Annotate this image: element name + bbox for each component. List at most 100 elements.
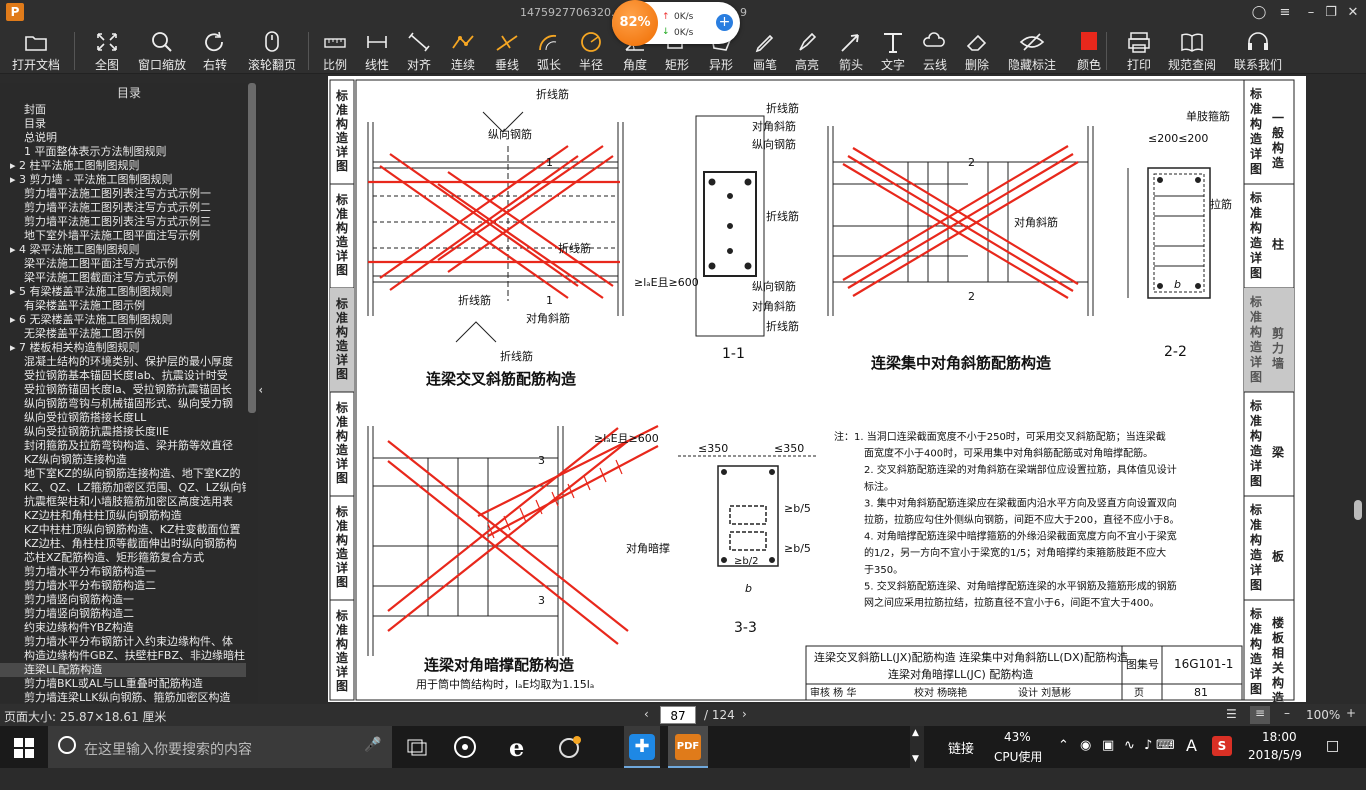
zoomwin-tool-button[interactable]: 窗口缩放 [132,28,192,72]
toc-item[interactable]: ▸ 7 楼板相关构造制图规则 [0,341,246,355]
restore-button[interactable]: ❐ [1322,4,1340,22]
right-tab-name-char[interactable]: 构 [1272,675,1284,690]
scale-tool-button[interactable]: 比例 [314,28,356,72]
toc-item[interactable]: 剪力墙竖向钢筋构造一 [0,593,246,607]
toc-item[interactable]: 受拉钢筋基本锚固长度lab、抗震设计时受 [0,369,246,383]
toc-item[interactable]: 连梁LL配筋构造 [0,663,246,677]
volume-icon[interactable]: ♪ [1144,738,1152,780]
toc-item[interactable]: 剪力墙水平分布钢筋构造二 [0,579,246,593]
toc-item[interactable]: 封闭箍筋及拉筋弯钩构造、梁并筋等效直径 [0,439,246,453]
toc-item[interactable]: ▸ 2 柱平法施工图制图规则 [0,159,246,173]
scroll-tool-button[interactable]: 滚轮翻页 [242,28,302,72]
next-page-button[interactable]: › [742,707,747,721]
task-view-icon[interactable] [404,734,430,760]
link-label[interactable]: 链接 [948,738,974,780]
right-tab-name-char[interactable]: 般 [1272,125,1284,140]
perp-tool-button[interactable]: 垂线 [486,28,528,72]
highlight-tool-button[interactable]: 高亮 [786,28,828,72]
toc-item[interactable]: ▸ 4 梁平法施工图制图规则 [0,243,246,257]
sogou-ime-icon[interactable]: S [1212,736,1232,756]
delete-tool-button[interactable]: 删除 [956,28,998,72]
toc-item[interactable]: ▸ 6 无梁楼盖平法施工图制图规则 [0,313,246,327]
ie-browser-icon[interactable]: e [506,733,532,762]
toc-item[interactable]: 构造边缘构件GBZ、扶壁柱FBZ、非边缘暗柱 [0,649,246,663]
text-tool-button[interactable]: 文字 [872,28,914,72]
tray-scroll[interactable]: ▲ ▼ [910,726,924,768]
toc-item[interactable]: 纵向受拉钢筋搭接长度LL [0,411,246,425]
toc-item[interactable]: 剪力墙平法施工图列表注写方式示例二 [0,201,246,215]
right-tab-name-char[interactable]: 相 [1272,645,1284,660]
toc-item[interactable]: 剪力墙水平分布钢筋构造一 [0,565,246,579]
toc-item[interactable]: KZ纵向钢筋连接构造 [0,453,246,467]
radius-tool-button[interactable]: 半径 [570,28,612,72]
document-scrollbar[interactable] [1354,500,1362,520]
toc-item[interactable]: 剪力墙平法施工图列表注写方式示例一 [0,187,246,201]
toc-item[interactable]: KZ边柱和角柱柱顶纵向钢筋构造 [0,509,246,523]
fan-app-icon[interactable] [452,734,478,760]
qq-browser-icon[interactable] [556,734,582,760]
right-tab-name-char[interactable]: 一 [1272,111,1284,125]
toc-item[interactable]: 无梁楼盖平法施工图示例 [0,327,246,341]
toc-item[interactable]: 纵向受拉钢筋抗震搭接长度llE [0,425,246,439]
toc-item[interactable]: 剪力墙竖向钢筋构造二 [0,607,246,621]
right-tab-name-char[interactable]: 造 [1272,155,1285,170]
toc-item[interactable]: 抗震框架柱和小墙肢箍筋加密区高度选用表 [0,495,246,509]
right-tab-name-char[interactable]: 板 [1272,630,1285,645]
standard-tool-button[interactable]: 规范查阅 [1162,28,1222,72]
taskbar-search-box[interactable]: 在这里输入你要搜索的内容 🎤 [48,726,392,768]
toc-item[interactable]: 梁平法施工图平面注写方式示例 [0,257,246,271]
toc-item[interactable]: KZ中柱柱顶纵向钢筋构造、KZ柱变截面位置 [0,523,246,537]
taskbar-pdf-app[interactable]: PDF [668,726,708,768]
ime-indicator[interactable]: A [1186,736,1197,778]
toc-item[interactable]: 总说明 [0,131,246,145]
notification-icon[interactable]: □ [1326,738,1339,780]
document-viewer[interactable]: 标准构造详图标准构造详图标准构造详图标准构造详图标准构造详图标准构造详图 标准构… [262,74,1366,705]
toc-item[interactable]: 剪力墙水平分布钢筋计入约束边缘构件、体 [0,635,246,649]
right-tab-name-char[interactable]: 造 [1272,690,1285,705]
right-tab-name-char[interactable]: 关 [1272,660,1284,675]
toc-item[interactable]: 剪力墙平法施工图列表注写方式示例三 [0,215,246,229]
tray-chevron-icon[interactable]: ⌃ [1058,738,1069,780]
windows-start-icon[interactable] [14,738,34,758]
toc-item[interactable]: 剪力墙BKL或AL与LL重叠时配筋构造 [0,677,246,691]
taskbar-app-active[interactable]: ✚ [624,726,660,768]
right-tab-name-char[interactable]: 梁 [1271,445,1284,460]
color-tool-button[interactable]: 颜色 [1068,28,1110,72]
user-icon[interactable]: ◯ [1250,4,1268,22]
right-tab-name-char[interactable]: 力 [1272,341,1284,356]
toc-item[interactable]: ▸ 5 有梁楼盖平法施工图制图规则 [0,285,246,299]
fullview-tool-button[interactable]: 全图 [86,28,128,72]
toc-item[interactable]: 封面 [0,103,246,117]
toc-item[interactable]: 纵向钢筋弯钩与机械锚固形式、纵向受力钢 [0,397,246,411]
toc-item[interactable]: 地下室外墙平法施工图平面注写示例 [0,229,246,243]
right-tab-name-char[interactable]: 板 [1272,549,1285,564]
contact-tool-button[interactable]: 联系我们 [1228,28,1288,72]
keyboard-icon[interactable]: ⌨ [1156,738,1175,780]
toc-item[interactable]: 有梁楼盖平法施工图示例 [0,299,246,313]
cloud-tool-button[interactable]: 云线 [914,28,956,72]
continuous-tool-button[interactable]: 连续 [442,28,484,72]
toc-item[interactable]: 受拉钢筋锚固长度la、受拉钢筋抗震锚固长 [0,383,246,397]
wifi-icon[interactable]: ∿ [1124,738,1135,780]
microphone-icon[interactable]: 🎤 [364,737,381,753]
continuous-view-icon[interactable]: ≡ [1250,706,1270,724]
toc-scrollbar[interactable] [248,83,256,413]
toc-item[interactable]: 剪力墙连梁LLK纵向钢筋、箍筋加密区构造 [0,691,246,705]
rotate-tool-button[interactable]: 右转 [194,28,236,72]
right-tab-name-char[interactable]: 楼 [1272,615,1284,630]
toc-item[interactable]: KZ边柱、角柱柱顶等截面伸出时纵向钢筋构 [0,537,246,551]
toc-item[interactable]: 约束边缘构件YBZ构造 [0,621,246,635]
arc-tool-button[interactable]: 弧长 [528,28,570,72]
menu-icon[interactable]: ≡ [1276,4,1294,22]
close-button[interactable]: ✕ [1344,4,1362,22]
toc-item[interactable]: 混凝土结构的环境类别、保护层的最小厚度 [0,355,246,369]
network-speed-widget[interactable]: 82% ↑ ↓ 0K/s 0K/s + [612,0,740,46]
network-icon[interactable]: ▣ [1102,738,1114,780]
pen-tool-button[interactable]: 画笔 [744,28,786,72]
arrow-tool-button[interactable]: 箭头 [830,28,872,72]
right-tab-name-char[interactable]: 柱 [1272,237,1284,252]
toc-item[interactable]: 芯柱XZ配筋构造、矩形箍筋复合方式 [0,551,246,565]
toc-item[interactable]: 梁平法施工图截面注写方式示例 [0,271,246,285]
minimize-button[interactable]: – [1302,4,1320,22]
boost-plus-icon[interactable]: + [716,14,733,31]
